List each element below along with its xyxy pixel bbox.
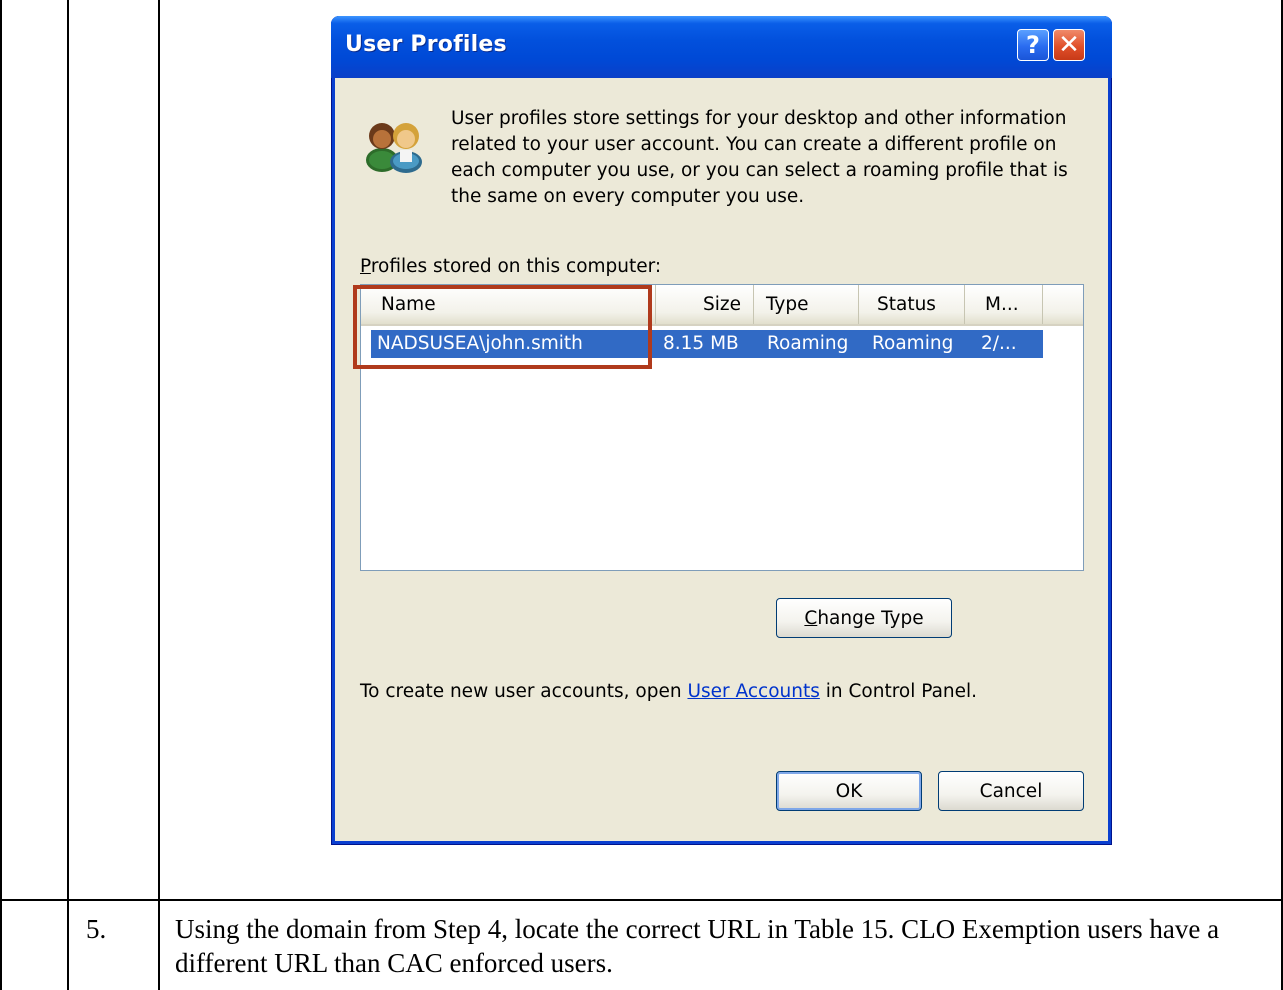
close-icon: ✕ [1058, 30, 1080, 60]
profiles-label: Profiles stored on this computer: [360, 256, 661, 277]
profile-type-cell: Roaming [767, 333, 849, 354]
column-header-status[interactable]: Status [859, 285, 965, 324]
help-button[interactable]: ? [1017, 29, 1049, 61]
dialog-titlebar[interactable]: User Profiles ? ✕ [331, 16, 1112, 78]
profiles-label-rest: rofiles stored on this computer: [370, 256, 662, 277]
column-header-modified[interactable]: M... [965, 285, 1043, 324]
help-icon: ? [1026, 31, 1040, 59]
close-button[interactable]: ✕ [1053, 29, 1085, 61]
change-type-rest: hange Type [817, 607, 924, 629]
profiles-label-accel: P [360, 256, 371, 277]
table-border-left [0, 0, 2, 990]
users-icon [366, 123, 422, 173]
change-type-button[interactable]: Change Type [776, 598, 952, 638]
footer-prefix: To create new user accounts, open [360, 681, 688, 702]
info-text: User profiles store settings for your de… [451, 108, 1068, 207]
profile-status-cell: Roaming [872, 333, 954, 354]
profile-modified-cell: 2/... [981, 333, 1017, 354]
table-border-col2 [158, 0, 160, 990]
ok-button[interactable]: OK [776, 771, 922, 811]
user-profiles-dialog: User Profiles ? ✕ User profiles store se… [331, 16, 1112, 845]
table-border-col1 [67, 0, 69, 990]
cancel-button[interactable]: Cancel [938, 771, 1084, 811]
change-type-accel: C [804, 607, 818, 629]
user-accounts-link[interactable]: User Accounts [687, 681, 819, 702]
column-header-size[interactable]: Size [656, 285, 754, 324]
footer-suffix: in Control Panel. [819, 681, 978, 702]
dialog-title: User Profiles [345, 32, 507, 57]
step-number: 5. [86, 914, 107, 944]
step-text: Using the domain from Step 4, locate the… [175, 914, 1220, 978]
table-row-divider [0, 899, 1283, 901]
profile-size-cell: 8.15 MB [663, 333, 739, 354]
footer-text: To create new user accounts, open User A… [360, 681, 977, 702]
highlight-annotation [353, 285, 652, 369]
dialog-client-area: User profiles store settings for your de… [335, 78, 1108, 841]
column-header-type[interactable]: Type [754, 285, 859, 324]
